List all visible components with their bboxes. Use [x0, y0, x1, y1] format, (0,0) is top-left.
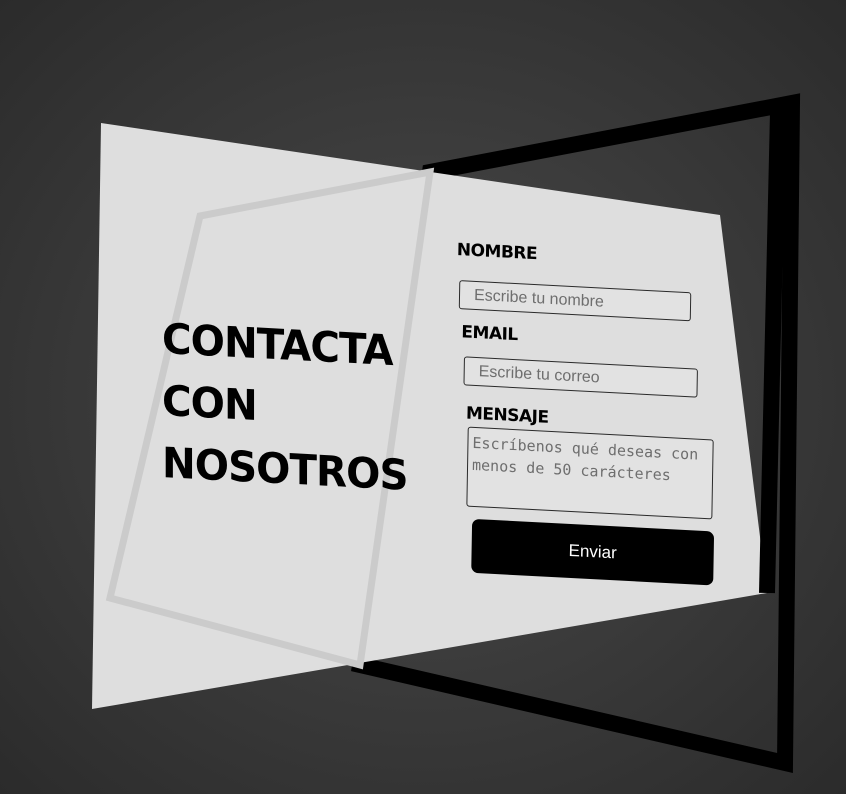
name-label: NOMBRE — [456, 240, 538, 265]
email-input[interactable] — [463, 356, 698, 398]
contact-scene: CONTACTA CON NOSOTROS NOMBRE EMAIL MENSA… — [0, 0, 846, 794]
email-label: EMAIL — [461, 322, 518, 346]
message-textarea[interactable] — [466, 426, 714, 520]
page-title: CONTACTA CON NOSOTROS — [162, 314, 408, 500]
send-button[interactable]: Enviar — [471, 518, 715, 586]
name-input[interactable] — [458, 280, 692, 322]
message-label: MENSAJE — [465, 403, 549, 428]
contact-form: NOMBRE EMAIL MENSAJE Enviar — [451, 240, 727, 594]
